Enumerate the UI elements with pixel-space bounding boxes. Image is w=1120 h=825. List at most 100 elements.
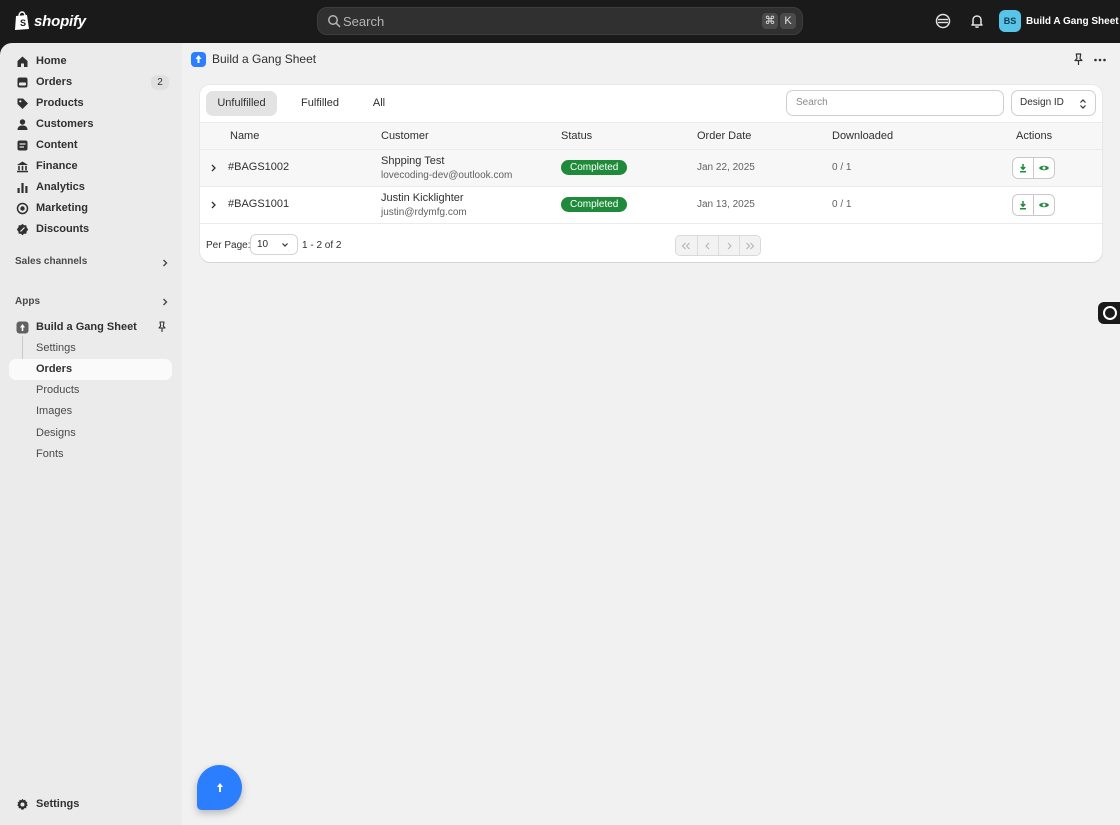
tab-fulfilled[interactable]: Fulfilled bbox=[288, 91, 352, 116]
last-page-button[interactable] bbox=[738, 236, 760, 255]
person-icon bbox=[17, 119, 28, 130]
table-row[interactable]: #BAGS1001 Justin Kicklighter justin@rdym… bbox=[200, 187, 1102, 224]
sidebar-subitem-label: Settings bbox=[36, 342, 76, 354]
sidebar-subitem-label: Orders bbox=[36, 363, 73, 375]
sidebar-item-settings[interactable]: Settings bbox=[9, 794, 172, 815]
shortcut-cmd-key: ⌘ bbox=[762, 13, 778, 29]
customer-email: lovecoding-dev@outlook.com bbox=[381, 170, 513, 181]
shortcut-k-key: K bbox=[780, 13, 796, 29]
downloaded-count: 0 / 1 bbox=[832, 199, 852, 210]
sidebar-subitem-label: Products bbox=[36, 384, 80, 396]
sidebar-subitem-images[interactable]: Images bbox=[9, 401, 172, 422]
more-horizontal-icon[interactable] bbox=[1093, 53, 1107, 67]
prev-page-button[interactable] bbox=[696, 236, 718, 255]
download-icon bbox=[1020, 201, 1027, 210]
sidebar-item-analytics[interactable]: Analytics bbox=[9, 177, 172, 198]
orders-search-input[interactable]: Search bbox=[786, 90, 1004, 116]
column-header-name[interactable]: Name bbox=[230, 130, 259, 142]
column-header-status[interactable]: Status bbox=[561, 130, 592, 142]
sidebar-item-products[interactable]: Products bbox=[9, 93, 172, 114]
column-header-customer[interactable]: Customer bbox=[381, 130, 429, 142]
store-name: Build A Gang Sheet bbox=[1026, 15, 1119, 27]
sidebar-item-marketing[interactable]: Marketing bbox=[9, 198, 172, 219]
search-icon bbox=[328, 15, 341, 28]
download-icon bbox=[1020, 164, 1027, 173]
table-row[interactable]: #BAGS1002 Shpping Test lovecoding-dev@ou… bbox=[200, 150, 1102, 187]
column-header-order-date[interactable]: Order Date bbox=[697, 130, 751, 142]
apps-heading[interactable]: Apps bbox=[15, 296, 40, 307]
sidebar-item-orders[interactable]: Orders 2 bbox=[9, 72, 172, 93]
order-name[interactable]: #BAGS1002 bbox=[228, 161, 289, 173]
download-button[interactable] bbox=[1013, 158, 1033, 178]
view-button[interactable] bbox=[1033, 158, 1054, 178]
circle-icon bbox=[1103, 306, 1117, 320]
sidebar-subitem-designs[interactable]: Designs bbox=[9, 423, 172, 444]
sidebar-subitem-orders[interactable]: Orders bbox=[9, 359, 172, 380]
per-page-select[interactable]: 10 bbox=[250, 234, 298, 255]
sidebar-item-content[interactable]: Content bbox=[9, 135, 172, 156]
shopify-logo[interactable]: S shopify bbox=[14, 11, 86, 31]
tab-all[interactable]: All bbox=[362, 91, 396, 116]
pin-icon[interactable] bbox=[1072, 53, 1085, 66]
sales-channels-heading[interactable]: Sales channels bbox=[15, 256, 87, 267]
tag-icon bbox=[17, 98, 28, 109]
customer-name: Shpping Test bbox=[381, 155, 445, 167]
sidebar-item-discounts[interactable]: Discounts bbox=[9, 219, 172, 240]
sidebar-item-label: Discounts bbox=[36, 223, 90, 235]
chevron-right-icon[interactable] bbox=[160, 297, 170, 307]
search-placeholder: Search bbox=[343, 14, 385, 29]
first-page-button[interactable] bbox=[676, 236, 697, 255]
sidebar-item-label: Analytics bbox=[36, 181, 85, 193]
sidebar-subitem-fonts[interactable]: Fonts bbox=[9, 444, 172, 465]
sidebar-item-build-a-gang-sheet[interactable]: Build a Gang Sheet bbox=[9, 317, 172, 338]
top-bar: S shopify Search ⌘ K BS Build A Gang She… bbox=[0, 0, 1120, 43]
download-button[interactable] bbox=[1013, 195, 1033, 215]
sidebar-item-label: Content bbox=[36, 139, 78, 151]
global-search-input[interactable]: Search ⌘ K bbox=[317, 7, 803, 35]
side-help-widget[interactable] bbox=[1098, 302, 1120, 324]
user-menu[interactable]: BS Build A Gang Sheet bbox=[999, 10, 1119, 32]
order-name[interactable]: #BAGS1001 bbox=[228, 198, 289, 210]
per-page-label: Per Page: bbox=[206, 240, 251, 251]
bell-icon[interactable] bbox=[968, 12, 986, 30]
double-chevron-left-icon bbox=[682, 242, 691, 249]
sidebar-subitem-label: Fonts bbox=[36, 448, 64, 460]
svg-text:S: S bbox=[20, 18, 26, 28]
target-icon bbox=[16, 202, 29, 215]
chevron-left-icon bbox=[705, 242, 710, 249]
orders-icon bbox=[17, 77, 28, 88]
app-chat-button[interactable] bbox=[197, 765, 242, 810]
tab-unfulfilled[interactable]: Unfulfilled bbox=[206, 91, 277, 116]
sidebar-subitem-settings[interactable]: Settings bbox=[9, 338, 172, 359]
sidebar-subitem-label: Images bbox=[36, 405, 73, 417]
order-date: Jan 22, 2025 bbox=[697, 162, 755, 173]
search-field-value: Design ID bbox=[1020, 97, 1064, 108]
sidebar-item-home[interactable]: Home bbox=[9, 51, 172, 72]
sidebar-item-finance[interactable]: Finance bbox=[9, 156, 172, 177]
store-icon[interactable] bbox=[934, 12, 952, 30]
next-page-button[interactable] bbox=[717, 236, 739, 255]
expand-chevron-icon[interactable] bbox=[209, 163, 218, 173]
column-header-downloaded[interactable]: Downloaded bbox=[832, 130, 893, 142]
sidebar-item-customers[interactable]: Customers bbox=[9, 114, 172, 135]
view-button[interactable] bbox=[1033, 195, 1054, 215]
sidebar: Home Orders 2 Products Customers Content… bbox=[0, 43, 182, 825]
content-icon bbox=[17, 140, 28, 151]
sidebar-item-label: Marketing bbox=[36, 202, 88, 214]
search-field-select[interactable]: Design ID bbox=[1011, 90, 1096, 116]
downloaded-count: 0 / 1 bbox=[832, 162, 852, 173]
expand-chevron-icon[interactable] bbox=[209, 200, 218, 210]
sidebar-item-label: Orders bbox=[36, 76, 73, 88]
shopify-bag-icon: S bbox=[15, 11, 29, 30]
row-actions bbox=[1012, 157, 1055, 179]
orders-count-badge: 2 bbox=[151, 75, 169, 90]
pin-icon[interactable] bbox=[156, 321, 168, 333]
double-chevron-right-icon bbox=[746, 242, 755, 249]
bar-chart-icon bbox=[17, 183, 28, 193]
status-badge: Completed bbox=[561, 160, 628, 175]
app-logo-icon bbox=[191, 52, 206, 67]
sidebar-subitem-products[interactable]: Products bbox=[9, 380, 172, 401]
chevron-down-icon bbox=[282, 243, 288, 247]
chevron-right-icon[interactable] bbox=[160, 258, 170, 268]
app-logo-icon bbox=[216, 782, 223, 792]
